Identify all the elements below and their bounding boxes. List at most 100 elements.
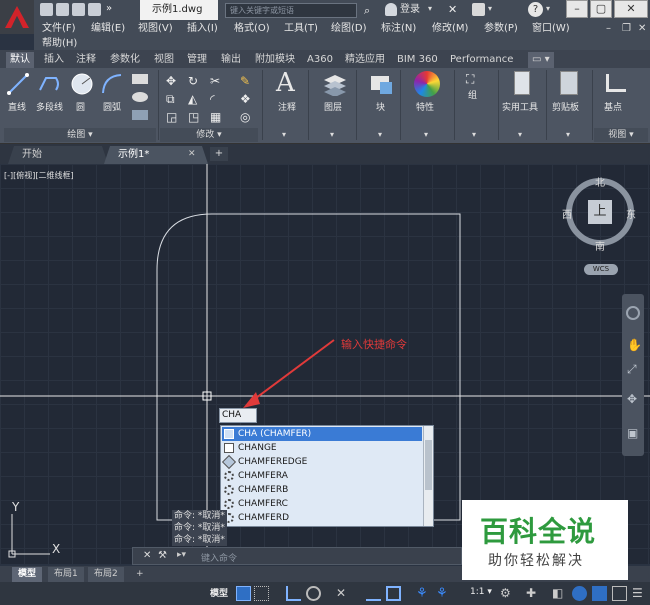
orbit-icon[interactable]: ✥ [627,392,637,406]
hardware-accel-icon[interactable] [572,586,587,601]
tab-parametric[interactable]: 参数化 [106,52,144,68]
viewcube-north[interactable]: 北 [595,174,605,189]
suggestion-item[interactable]: CHAMFERC [222,497,422,511]
line-button[interactable] [6,72,30,99]
doc-restore-icon[interactable]: ❐ [622,22,631,36]
annotate-label[interactable]: 注释 [278,100,296,113]
plus-icon[interactable]: ✚ [526,586,541,601]
properties-label[interactable]: 特性 [416,100,434,113]
menu-window[interactable]: 窗口(W) [532,22,570,36]
menu-view[interactable]: 视图(V) [138,22,173,36]
minimize-button[interactable]: – [566,0,588,18]
view-panel-footer[interactable]: 视图 ▾ [594,128,648,142]
menu-edit[interactable]: 编辑(E) [91,22,125,36]
menu-help[interactable]: 帮助(H) [42,37,77,51]
close-tab-icon[interactable]: ✕ [188,149,196,159]
ribbon-options-icon[interactable]: ▭ ▾ [528,52,554,68]
group-icon[interactable]: ⛶ [466,72,474,87]
layers-button[interactable] [322,72,348,99]
isodraft-icon[interactable]: ✕ [336,586,351,601]
tab-output[interactable]: 输出 [217,52,245,68]
tab-featured-apps[interactable]: 精选应用 [341,52,389,68]
ellipse-icon[interactable] [132,92,148,102]
polyline-button[interactable] [38,72,62,99]
menu-insert[interactable]: 插入(I) [187,22,218,36]
doc-close-icon[interactable]: ✕ [638,22,646,36]
open-file-icon[interactable] [56,3,69,16]
group-dropdown-icon[interactable]: ▾ [472,130,476,139]
tab-view[interactable]: 视图 [150,52,178,68]
tab-layout2[interactable]: 布局2 [88,567,124,582]
tab-performance[interactable]: Performance [446,52,517,68]
utilities-label[interactable]: 实用工具 [502,100,538,113]
dynamic-input-field[interactable]: CHA [219,408,257,423]
circle-button[interactable] [70,72,94,99]
keyword-search-input[interactable]: 键入关键字或短语 [225,3,357,18]
suggestion-item[interactable]: CHANGE [222,441,422,455]
zoom-extents-icon[interactable]: ⤢ [627,362,637,377]
customization-menu-icon[interactable]: ☰ [632,586,647,601]
tab-addins[interactable]: 附加模块 [251,52,299,68]
menu-draw[interactable]: 绘图(D) [331,22,367,36]
annotation-scale-dropdown[interactable]: 1:1 ▾ [470,587,492,597]
clipboard-dropdown-icon[interactable]: ▾ [566,130,570,139]
model-space-toggle[interactable]: 模型 [210,586,228,599]
login-dropdown-icon[interactable]: ▾ [428,4,432,13]
viewcube-east[interactable]: 东 [626,206,636,221]
copy-icon[interactable]: ⧉ [166,92,175,107]
snap-icon[interactable] [254,586,269,601]
move-icon[interactable]: ✥ [166,74,176,88]
arc-button[interactable] [100,72,124,99]
rotate-icon[interactable]: ↻ [188,74,198,88]
erase-icon[interactable]: ✎ [240,74,250,88]
a360-icon[interactable] [472,3,485,16]
customize-wrench-icon[interactable]: ⚒ [158,550,167,561]
menu-parametric[interactable]: 参数(P) [484,22,518,36]
scrollbar-thumb[interactable] [425,440,432,490]
clean-screen-icon[interactable] [592,586,607,601]
exchange-icon[interactable]: ✕ [448,3,457,16]
clipboard-icon[interactable] [560,71,578,95]
snap-tracking-icon[interactable] [386,586,401,601]
polar-icon[interactable] [306,586,321,601]
tab-insert[interactable]: 插入 [40,52,68,68]
group-label[interactable]: 组 [468,88,477,101]
menu-format[interactable]: 格式(O) [234,22,270,36]
plot-icon[interactable] [88,3,101,16]
properties-icon[interactable] [414,71,440,97]
doc-minimize-icon[interactable]: – [606,22,611,36]
maximize-button[interactable]: ▢ [590,0,612,18]
modify-panel-footer[interactable]: 修改 ▾ [160,128,258,142]
help-icon[interactable]: ? [528,2,543,17]
object-snap-icon[interactable] [366,586,381,601]
close-button[interactable]: ✕ [614,0,648,18]
stretch-icon[interactable]: ◲ [166,110,177,124]
save-icon[interactable] [72,3,85,16]
tab-layout1[interactable]: 布局1 [48,567,84,582]
properties-dropdown-icon[interactable]: ▾ [424,130,428,139]
text-icon[interactable]: A [276,68,295,98]
app-logo-button[interactable] [0,0,34,34]
scale-icon[interactable]: ◳ [188,110,199,124]
tab-default[interactable]: 默认 [6,52,34,68]
fullscreen-icon[interactable] [612,586,627,601]
draw-panel-footer[interactable]: 绘图 ▾ [4,128,156,142]
qat-more-icon[interactable]: » [106,3,112,14]
utilities-dropdown-icon[interactable]: ▾ [518,130,522,139]
ortho-icon[interactable] [286,586,301,601]
pan-icon[interactable]: ✋ [627,338,642,352]
tab-bim360[interactable]: BIM 360 [393,52,442,68]
block-button[interactable] [368,72,394,99]
binoculars-icon[interactable]: ⌕ [364,4,370,18]
wcs-menu-button[interactable]: WCS [584,264,618,275]
tab-start[interactable]: 开始 [8,146,108,164]
suggestion-item[interactable]: CHAMFERA [222,469,422,483]
viewcube-west[interactable]: 西 [562,206,572,221]
isolate-icon[interactable]: ◧ [552,586,567,601]
grid-icon[interactable] [236,586,251,601]
recent-commands-icon[interactable]: ▸▾ [177,550,186,560]
block-dropdown-icon[interactable]: ▾ [378,130,382,139]
auto-scale-icon[interactable]: ⚘ [436,586,451,601]
tab-a360[interactable]: A360 [303,52,337,68]
array-icon[interactable]: ▦ [210,110,221,124]
